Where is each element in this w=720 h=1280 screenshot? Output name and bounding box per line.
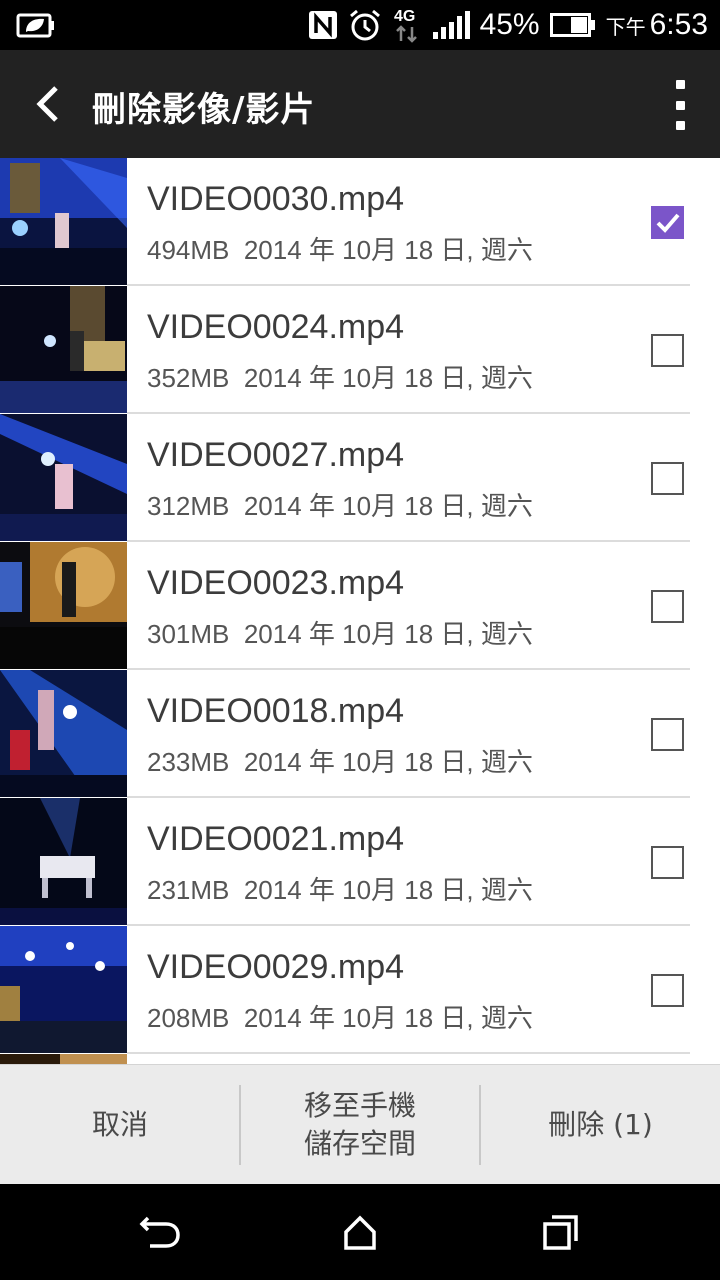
file-list: VIDEO0030.mp4 494MB 2014 年 10月 18 日, 週六 …: [0, 158, 720, 1064]
list-item[interactable]: VIDEO0018.mp4 233MB 2014 年 10月 18 日, 週六: [0, 670, 720, 798]
file-name: VIDEO0029.mp4: [147, 948, 405, 986]
status-bar: 4G 45% 下午 6:53: [0, 0, 720, 50]
select-checkbox[interactable]: [651, 974, 684, 1007]
file-meta: 301MB 2014 年 10月 18 日, 週六: [147, 619, 533, 649]
list-item[interactable]: VIDEO0024.mp4 352MB 2014 年 10月 18 日, 週六: [0, 286, 720, 414]
delete-label: 刪除 (1): [548, 1108, 653, 1141]
select-checkbox[interactable]: [651, 462, 684, 495]
list-item-partial[interactable]: [0, 1054, 720, 1064]
select-checkbox[interactable]: [651, 846, 684, 879]
back-button[interactable]: [20, 76, 76, 132]
file-name: VIDEO0023.mp4: [147, 564, 405, 602]
file-name: VIDEO0021.mp4: [147, 820, 405, 858]
select-checkbox[interactable]: [651, 206, 684, 239]
recent-apps-icon: [543, 1215, 578, 1250]
file-name: VIDEO0030.mp4: [147, 180, 405, 218]
clock: 6:53: [649, 8, 708, 41]
back-nav-button[interactable]: [136, 1208, 184, 1256]
file-meta: 312MB 2014 年 10月 18 日, 週六: [147, 491, 533, 521]
video-thumbnail: [0, 414, 127, 541]
cancel-button[interactable]: 取消: [0, 1065, 240, 1185]
app-bar: 刪除影像/影片: [0, 50, 720, 158]
status-icons: 4G 45% 下午 6:53: [308, 0, 708, 50]
4g-data-icon: 4G: [394, 8, 417, 43]
action-bar: 取消 移至手機 儲存空間 刪除 (1): [0, 1064, 720, 1184]
move-label: 移至手機 儲存空間: [303, 1089, 416, 1160]
select-checkbox[interactable]: [651, 718, 684, 751]
delete-button[interactable]: 刪除 (1): [481, 1065, 720, 1185]
video-thumbnail: [0, 1054, 127, 1064]
video-thumbnail: [0, 158, 127, 285]
battery-saver-icon: [16, 10, 56, 40]
page-title: 刪除影像/影片: [92, 90, 316, 130]
cancel-label: 取消: [91, 1108, 148, 1141]
system-nav-bar: [0, 1184, 720, 1280]
file-meta: 233MB 2014 年 10月 18 日, 週六: [147, 747, 533, 777]
list-item[interactable]: VIDEO0030.mp4 494MB 2014 年 10月 18 日, 週六: [0, 158, 720, 286]
recents-nav-button[interactable]: [536, 1208, 584, 1256]
list-item[interactable]: VIDEO0023.mp4 301MB 2014 年 10月 18 日, 週六: [0, 542, 720, 670]
alarm-icon: [349, 9, 380, 41]
video-thumbnail: [0, 670, 127, 797]
file-meta: 231MB 2014 年 10月 18 日, 週六: [147, 875, 533, 905]
home-nav-button[interactable]: [336, 1208, 384, 1256]
battery-percent: 45%: [479, 8, 540, 41]
battery-icon: [549, 13, 595, 37]
file-meta: 208MB 2014 年 10月 18 日, 週六: [147, 1003, 533, 1033]
file-meta: 494MB 2014 年 10月 18 日, 週六: [147, 235, 533, 265]
file-name: VIDEO0027.mp4: [147, 436, 405, 474]
video-thumbnail: [0, 926, 127, 1053]
video-thumbnail: [0, 286, 127, 413]
home-icon: [344, 1215, 376, 1250]
chevron-left-icon: [36, 86, 58, 122]
file-name: VIDEO0024.mp4: [147, 308, 405, 346]
back-arrow-icon: [139, 1216, 180, 1248]
checkmark-icon: [656, 213, 680, 233]
list-item[interactable]: VIDEO0021.mp4 231MB 2014 年 10月 18 日, 週六: [0, 798, 720, 926]
video-thumbnail: [0, 542, 127, 669]
video-thumbnail: [0, 798, 127, 925]
select-checkbox[interactable]: [651, 334, 684, 367]
nfc-icon: [308, 11, 337, 39]
file-meta: 352MB 2014 年 10月 18 日, 週六: [147, 363, 533, 393]
list-item[interactable]: VIDEO0027.mp4 312MB 2014 年 10月 18 日, 週六: [0, 414, 720, 542]
signal-icon: [432, 11, 470, 39]
time-prefix: 下午: [605, 16, 646, 39]
select-checkbox[interactable]: [651, 590, 684, 623]
more-vert-icon[interactable]: [670, 80, 690, 130]
file-name: VIDEO0018.mp4: [147, 692, 405, 730]
svg-text:4G: 4G: [394, 8, 415, 25]
move-to-phone-storage-button[interactable]: 移至手機 儲存空間: [241, 1065, 479, 1185]
list-item[interactable]: VIDEO0029.mp4 208MB 2014 年 10月 18 日, 週六: [0, 926, 720, 1054]
